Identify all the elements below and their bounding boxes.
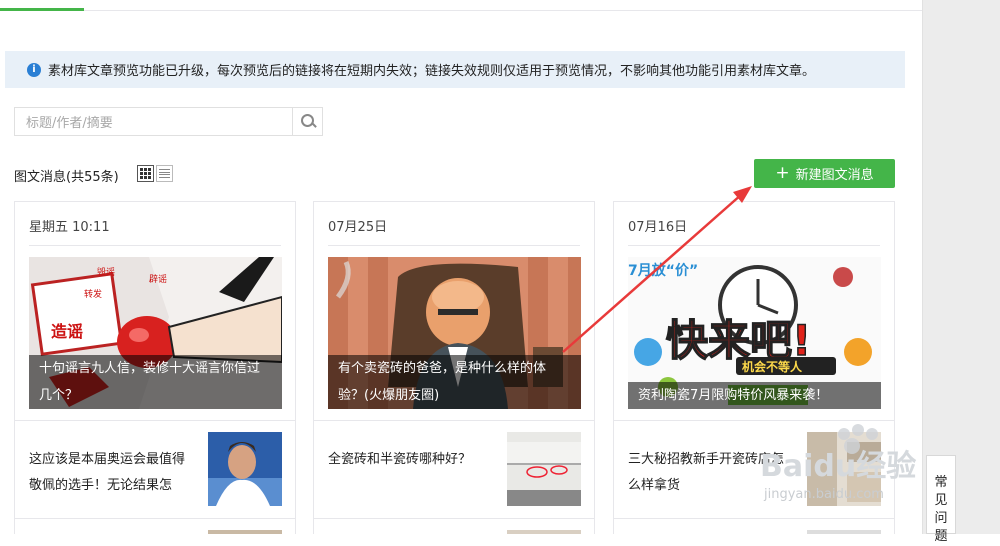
watermark-text: Baidu经验 [760,449,916,484]
faq-button[interactable]: 常见问题 [926,455,956,544]
faq-label: 常见问题 [934,475,948,544]
watermark-url: jingyan.baidu.com [763,487,884,502]
